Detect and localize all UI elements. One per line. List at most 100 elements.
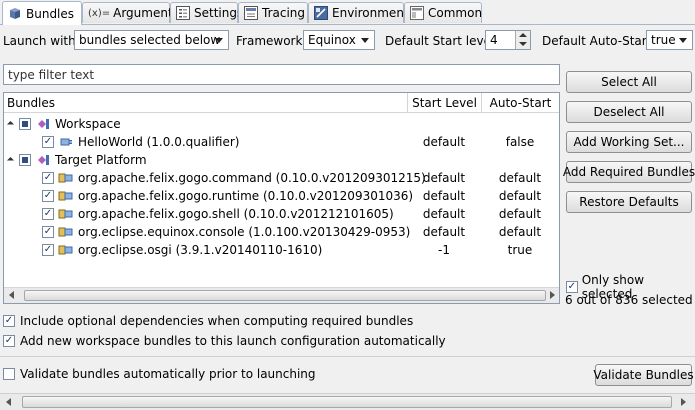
expand-icon[interactable] bbox=[6, 120, 15, 128]
deselect-all-button[interactable]: Deselect All bbox=[566, 101, 692, 123]
scroll-right-icon[interactable] bbox=[550, 291, 555, 299]
tree-group-target-platform[interactable]: Target Platform bbox=[4, 151, 563, 169]
tab-label: Tracing bbox=[262, 6, 306, 20]
validate-auto-option[interactable]: Validate bundles automatically prior to … bbox=[3, 367, 316, 381]
scroll-thumb[interactable] bbox=[22, 396, 672, 408]
auto-start-cell[interactable]: default bbox=[481, 207, 559, 221]
validate-auto-label: Validate bundles automatically prior to … bbox=[20, 367, 316, 381]
row-checkbox[interactable]: ✓ bbox=[42, 136, 54, 148]
tab-label: Bundles bbox=[26, 6, 75, 21]
row-checkbox[interactable]: ✓ bbox=[42, 190, 54, 202]
start-level-cell[interactable]: default bbox=[407, 207, 481, 221]
validate-bundles-button[interactable]: Validate Bundles bbox=[593, 364, 694, 386]
column-header-auto-start[interactable]: Auto-Start bbox=[481, 93, 559, 113]
column-header-bundles[interactable]: Bundles bbox=[4, 93, 407, 113]
plugin-jar-icon bbox=[58, 243, 74, 257]
tab-settings[interactable]: Settings bbox=[170, 2, 243, 23]
launch-with-value: bundles selected below bbox=[79, 33, 221, 47]
tab-arguments[interactable]: (x)= Arguments bbox=[82, 2, 179, 23]
target-platform-icon bbox=[35, 153, 51, 167]
include-optional-checkbox[interactable]: ✓ bbox=[3, 315, 15, 327]
chevron-down-icon bbox=[215, 38, 223, 43]
tab-bundles[interactable]: Bundles bbox=[2, 1, 82, 25]
page-horizontal-scrollbar[interactable] bbox=[0, 393, 695, 410]
auto-start-label: Default Auto-Start: bbox=[542, 34, 656, 48]
start-level-cell[interactable]: -1 bbox=[407, 243, 481, 257]
add-new-workspace-option[interactable]: ✓ Add new workspace bundles to this laun… bbox=[3, 334, 446, 348]
selected-count: 6 out of 836 selected bbox=[565, 293, 693, 307]
common-icon bbox=[410, 6, 424, 20]
spinner-buttons[interactable] bbox=[515, 31, 530, 49]
bundle-name: org.eclipse.osgi (3.9.1.v20140110-1610) bbox=[78, 243, 323, 257]
arguments-icon: (x)= bbox=[88, 7, 111, 19]
start-level-cell[interactable]: default bbox=[407, 171, 481, 185]
start-level-cell[interactable]: default bbox=[407, 135, 481, 149]
start-level-label: Default Start level: bbox=[385, 34, 499, 48]
spinner-down-icon[interactable] bbox=[519, 42, 527, 46]
plugin-icon bbox=[58, 135, 74, 149]
auto-start-value: true bbox=[651, 33, 676, 47]
auto-start-cell[interactable]: default bbox=[481, 171, 559, 185]
tab-common[interactable]: Common bbox=[404, 2, 482, 23]
framework-select[interactable]: Equinox bbox=[303, 30, 375, 50]
scroll-left-icon[interactable] bbox=[9, 291, 14, 299]
bundle-name: org.apache.felix.gogo.command (0.10.0.v2… bbox=[78, 171, 426, 185]
group-checkbox[interactable] bbox=[19, 154, 31, 166]
bundle-name: HelloWorld (1.0.0.qualifier) bbox=[78, 135, 240, 149]
column-header-start-level[interactable]: Start Level bbox=[407, 93, 481, 113]
include-optional-option[interactable]: ✓ Include optional dependencies when com… bbox=[3, 314, 413, 328]
plugin-jar-icon bbox=[58, 189, 74, 203]
plugin-jar-icon bbox=[58, 207, 74, 221]
environment-icon bbox=[314, 6, 328, 20]
start-level-value: 4 bbox=[490, 33, 498, 47]
auto-start-cell[interactable]: default bbox=[481, 225, 559, 239]
scroll-right-icon[interactable] bbox=[681, 398, 686, 406]
launch-with-label: Launch with: bbox=[3, 34, 80, 48]
workspace-icon bbox=[35, 117, 51, 131]
bundles-icon bbox=[8, 7, 22, 21]
tab-environment[interactable]: Environment bbox=[308, 2, 409, 23]
only-show-selected-checkbox[interactable]: ✓ bbox=[566, 281, 578, 293]
bundle-name: org.eclipse.equinox.console (1.0.100.v20… bbox=[78, 225, 411, 239]
scroll-thumb[interactable] bbox=[24, 290, 546, 301]
expand-icon[interactable] bbox=[6, 156, 15, 164]
select-all-button[interactable]: Select All bbox=[566, 71, 692, 93]
scroll-left-icon[interactable] bbox=[6, 398, 11, 406]
row-checkbox[interactable]: ✓ bbox=[42, 172, 54, 184]
bundles-tree: Bundles Start Level Auto-Start Workspace… bbox=[3, 92, 560, 304]
start-level-cell[interactable]: default bbox=[407, 189, 481, 203]
tree-horizontal-scrollbar[interactable] bbox=[4, 287, 559, 303]
tab-tracing[interactable]: Tracing bbox=[238, 2, 308, 23]
launch-with-select[interactable]: bundles selected below bbox=[74, 30, 229, 50]
plugin-jar-icon bbox=[58, 225, 74, 239]
tab-label: Settings bbox=[194, 6, 244, 20]
group-checkbox[interactable] bbox=[19, 118, 31, 130]
include-optional-label: Include optional dependencies when compu… bbox=[20, 314, 414, 328]
plugin-jar-icon bbox=[58, 171, 74, 185]
framework-value: Equinox bbox=[308, 33, 356, 47]
tree-group-workspace[interactable]: Workspace bbox=[4, 115, 563, 133]
row-checkbox[interactable]: ✓ bbox=[42, 208, 54, 220]
add-new-workspace-checkbox[interactable]: ✓ bbox=[3, 335, 15, 347]
auto-start-cell[interactable]: true bbox=[481, 243, 559, 257]
tracing-icon bbox=[244, 6, 258, 20]
add-new-workspace-label: Add new workspace bundles to this launch… bbox=[20, 334, 446, 348]
start-level-spinner[interactable]: 4 bbox=[485, 30, 531, 50]
add-required-bundles-button[interactable]: Add Required Bundles bbox=[563, 161, 695, 183]
validate-auto-checkbox[interactable] bbox=[3, 368, 15, 380]
filter-input[interactable]: type filter text bbox=[3, 64, 560, 85]
row-checkbox[interactable]: ✓ bbox=[42, 244, 54, 256]
bundle-name: org.apache.felix.gogo.runtime (0.10.0.v2… bbox=[78, 189, 414, 203]
restore-defaults-button[interactable]: Restore Defaults bbox=[566, 191, 692, 213]
add-working-set-button[interactable]: Add Working Set... bbox=[566, 131, 692, 153]
auto-start-cell[interactable]: default bbox=[481, 189, 559, 203]
chevron-down-icon bbox=[361, 38, 369, 43]
auto-start-cell[interactable]: false bbox=[481, 135, 559, 149]
auto-start-select[interactable]: true bbox=[646, 30, 693, 50]
row-checkbox[interactable]: ✓ bbox=[42, 226, 54, 238]
start-level-cell[interactable]: default bbox=[407, 225, 481, 239]
bundle-name: org.apache.felix.gogo.shell (0.10.0.v201… bbox=[78, 207, 394, 221]
spinner-up-icon[interactable] bbox=[519, 33, 527, 37]
group-label: Target Platform bbox=[55, 153, 147, 167]
separator bbox=[0, 356, 695, 357]
